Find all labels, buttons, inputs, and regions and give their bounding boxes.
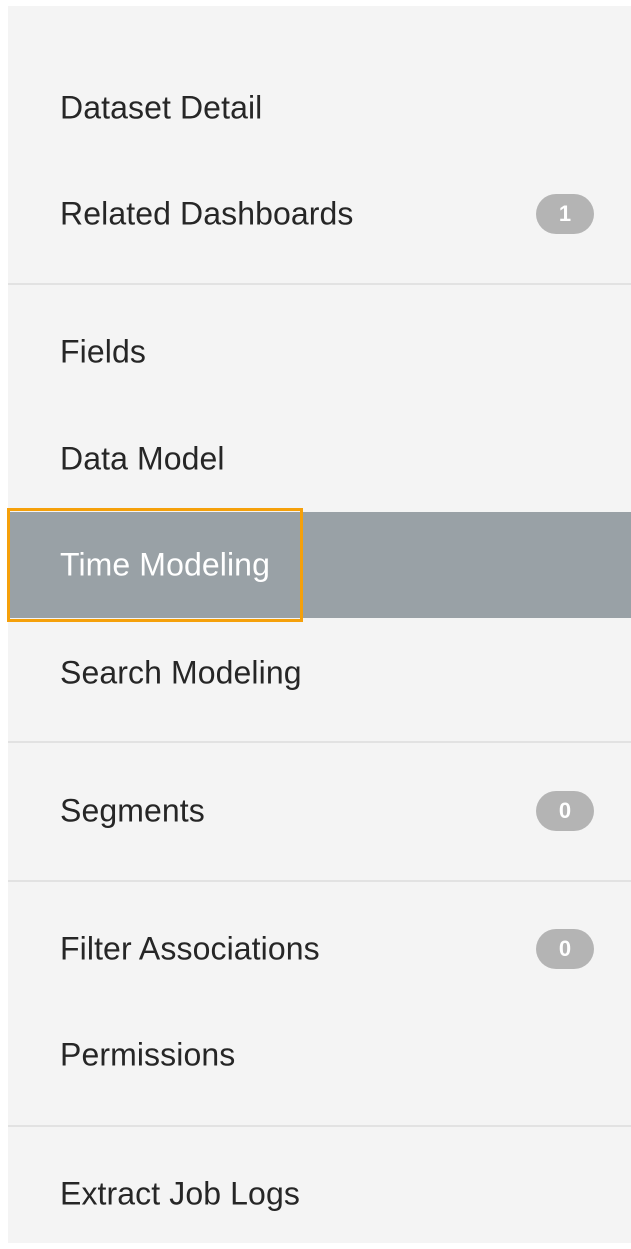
nav-divider — [8, 741, 631, 743]
nav-item-permissions[interactable]: Permissions — [8, 1002, 631, 1108]
nav-item-search-modeling[interactable]: Search Modeling — [8, 620, 631, 726]
nav-item-label: Permissions — [60, 1036, 236, 1073]
nav-item-time-modeling[interactable]: Time Modeling — [7, 508, 631, 622]
nav-item-filter-associations[interactable]: Filter Associations 0 — [8, 896, 631, 1002]
nav-item-dataset-detail[interactable]: Dataset Detail — [8, 55, 631, 161]
count-badge: 1 — [536, 194, 594, 234]
dataset-sidebar-nav: Dataset Detail Related Dashboards 1 Fiel… — [7, 6, 631, 1243]
nav-item-related-dashboards[interactable]: Related Dashboards 1 — [8, 161, 631, 267]
nav-item-label: Extract Job Logs — [60, 1175, 300, 1212]
nav-item-fields[interactable]: Fields — [8, 299, 631, 405]
nav-divider — [8, 1125, 631, 1127]
nav-item-label: Filter Associations — [60, 930, 320, 967]
count-badge: 0 — [536, 791, 594, 831]
nav-item-label: Segments — [60, 792, 205, 829]
nav-item-label: Related Dashboards — [60, 195, 354, 232]
nav-divider — [8, 880, 631, 882]
nav-item-label: Fields — [60, 333, 146, 370]
nav-item-label: Search Modeling — [60, 654, 302, 691]
nav-item-segments[interactable]: Segments 0 — [8, 758, 631, 864]
nav-item-label: Dataset Detail — [60, 89, 263, 126]
nav-item-data-model[interactable]: Data Model — [8, 406, 631, 512]
nav-item-label: Time Modeling — [60, 546, 270, 583]
nav-item-label: Data Model — [60, 440, 225, 477]
nav-divider — [8, 283, 631, 285]
count-badge: 0 — [536, 929, 594, 969]
nav-item-extract-job-logs[interactable]: Extract Job Logs — [8, 1141, 631, 1247]
